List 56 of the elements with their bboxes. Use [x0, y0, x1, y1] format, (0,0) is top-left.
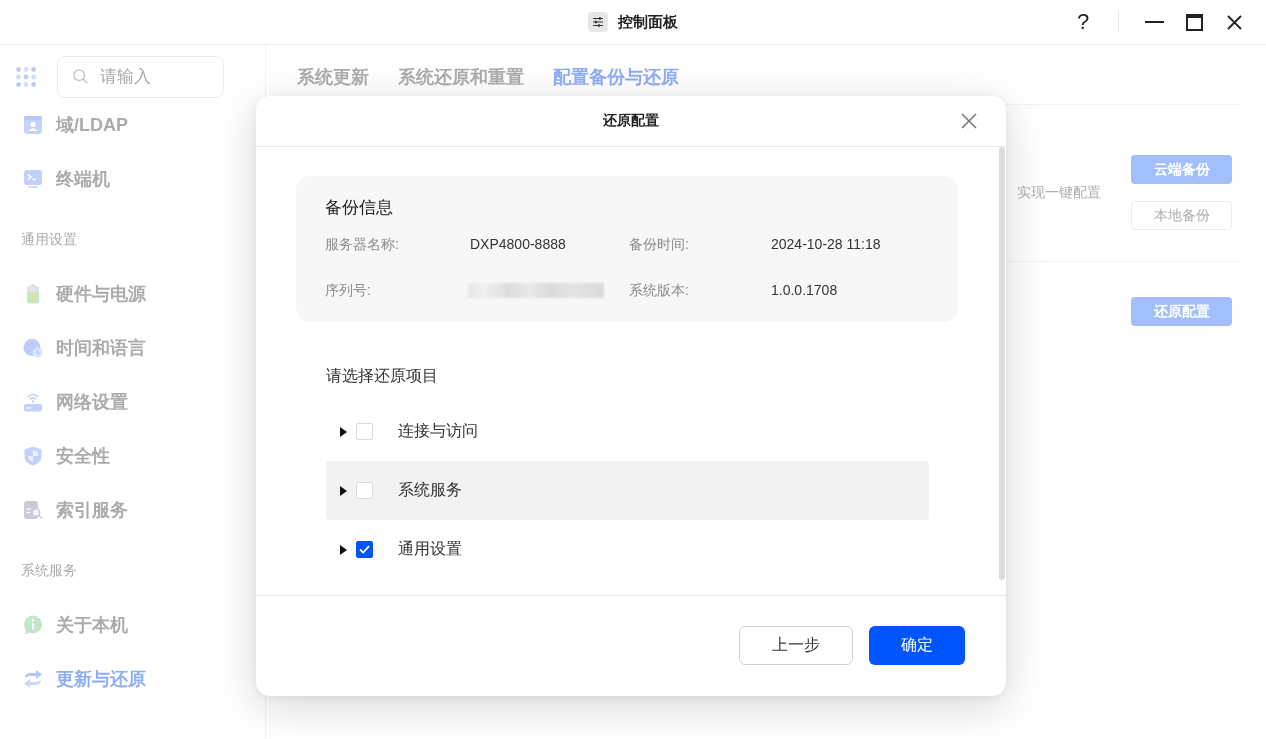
minimize-icon[interactable] — [1144, 21, 1164, 23]
field-label: 服务器名称: — [325, 235, 399, 254]
sliders-icon — [588, 12, 608, 32]
tab[interactable]: 系统更新 — [297, 65, 369, 89]
tree-item-label: 通用设置 — [398, 539, 462, 559]
confirm-button[interactable]: 确定 — [869, 626, 965, 665]
maximize-icon[interactable] — [1185, 13, 1203, 31]
user-card-icon — [23, 115, 43, 135]
sidebar-item[interactable]: 网络设置 — [0, 378, 265, 426]
field-label: 系统版本: — [629, 281, 689, 300]
tree-row[interactable]: 系统服务 — [326, 461, 929, 520]
action-button[interactable]: 本地备份 — [1131, 201, 1232, 230]
sidebar-item[interactable]: 终端机 — [0, 155, 265, 203]
expand-triangle-icon[interactable] — [340, 426, 347, 437]
back-button[interactable]: 上一步 — [739, 626, 853, 665]
tree-item-label: 连接与访问 — [398, 421, 478, 441]
file-search-icon — [23, 500, 43, 520]
router-icon — [23, 392, 43, 412]
field-value: 2024-10-28 11:18 — [771, 235, 881, 254]
sidebar-item[interactable]: 时间和语言 — [0, 324, 265, 372]
search-field[interactable]: 请输入 — [57, 56, 224, 98]
scrollbar-thumb[interactable] — [999, 147, 1005, 580]
sidebar-item[interactable]: 关于本机 — [0, 601, 265, 649]
expand-triangle-icon[interactable] — [340, 485, 347, 496]
shield-icon — [23, 446, 43, 466]
section-label: 通用设置 — [21, 230, 77, 249]
sidebar-item[interactable]: 索引服务 — [0, 486, 265, 534]
sidebar-item[interactable]: 安全性 — [0, 432, 265, 480]
section-label: 系统服务 — [21, 561, 77, 580]
help-button[interactable]: ? — [1063, 4, 1103, 40]
tree-item-label: 系统服务 — [398, 480, 462, 500]
checkbox[interactable] — [356, 541, 373, 558]
checkmark-icon — [359, 545, 370, 554]
sidebar-item[interactable]: 域/LDAP — [0, 101, 265, 149]
window-title: 控制面板 — [618, 12, 678, 32]
info-icon — [23, 615, 43, 635]
tab[interactable]: 系统还原和重置 — [398, 65, 524, 89]
sidebar-item[interactable]: 更新与还原 — [0, 655, 265, 703]
close-icon[interactable] — [1226, 14, 1242, 30]
action-button[interactable]: 还原配置 — [1131, 297, 1232, 326]
field-label: 备份时间: — [629, 235, 689, 254]
description-text: 实现一键配置 — [1017, 183, 1101, 202]
field-value: 1.0.0.1708 — [771, 281, 838, 300]
terminal-icon — [23, 169, 43, 189]
dialog-title: 还原配置 — [603, 112, 659, 130]
search-icon — [73, 69, 88, 84]
section-heading: 请选择还原项目 — [326, 366, 438, 386]
field-value: DXP4800-8888 — [470, 235, 566, 254]
globe-clock-icon — [23, 338, 43, 358]
tab[interactable]: 配置备份与还原 — [553, 65, 679, 89]
action-button[interactable]: 云端备份 — [1131, 155, 1232, 184]
sync-arrows-icon — [23, 669, 43, 689]
card-title: 备份信息 — [325, 197, 394, 219]
expand-triangle-icon[interactable] — [340, 544, 347, 555]
field-label: 序列号: — [325, 281, 371, 300]
sidebar-item[interactable]: 硬件与电源 — [0, 270, 265, 318]
